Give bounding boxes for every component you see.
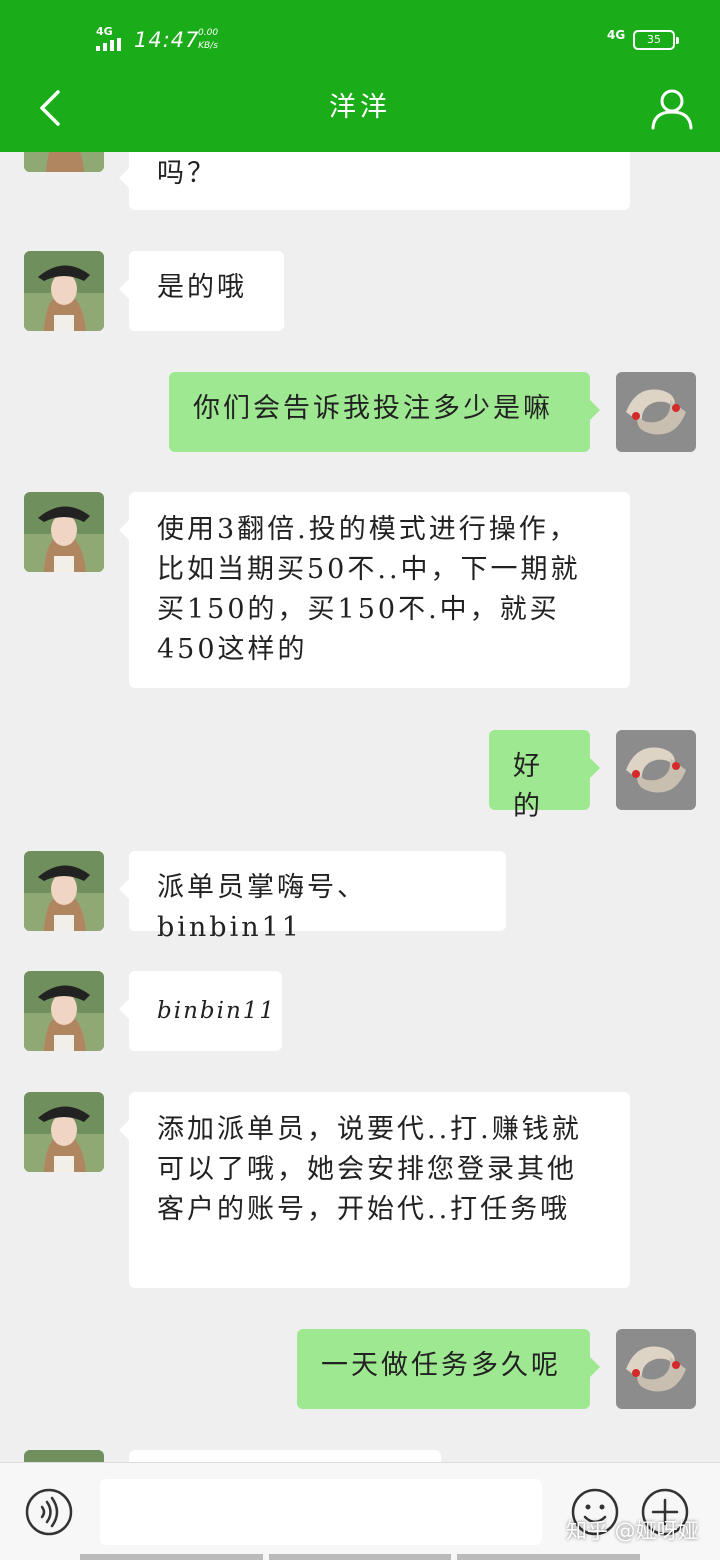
clock: 14:47: [134, 28, 200, 52]
contact-avatar[interactable]: [24, 971, 104, 1051]
input-bar: [0, 1462, 720, 1560]
message-bubble-incoming[interactable]: [129, 1450, 441, 1462]
voice-icon[interactable]: [24, 1487, 74, 1537]
chat-area[interactable]: 吗？ 是的哦 你们会告诉我投注多少是嘛 使用3翻倍.投的模式进行操作，比如当期买…: [0, 0, 720, 1462]
app-header: 4G 14:47 0.00 KB/s 4G 35 洋洋: [0, 0, 720, 152]
contact-avatar[interactable]: [24, 1450, 104, 1462]
network-type: 4G: [96, 25, 113, 38]
contact-avatar[interactable]: [24, 1092, 104, 1172]
watermark: 知乎 @娅呀娅: [566, 1519, 699, 1543]
message-text: 你们会告诉我投注多少是嘛: [193, 393, 553, 424]
my-avatar[interactable]: [616, 372, 696, 452]
network-speed: 0.00 KB/s: [198, 27, 218, 53]
speed-unit: KB/s: [198, 41, 218, 51]
message-input[interactable]: [100, 1479, 542, 1545]
message-text: 吗？: [157, 158, 217, 189]
message-bubble-incoming[interactable]: binbin11: [119, 971, 282, 1051]
message-bubble-incoming[interactable]: 是的哦: [119, 251, 284, 331]
message-text: 是的哦: [157, 272, 247, 303]
message-text: 好的: [513, 751, 543, 822]
chat-title: 洋洋: [329, 92, 391, 123]
message-bubble-outgoing[interactable]: 一天做任务多久呢: [297, 1329, 600, 1409]
message-bubble-outgoing[interactable]: 好的: [489, 730, 600, 822]
message-text: binbin11: [157, 998, 277, 1024]
contact-avatar[interactable]: [24, 851, 104, 931]
message-bubble-incoming[interactable]: 添加派单员，说要代..打.赚钱就可以了哦，她会安排您登录其他客户的账号，开始代.…: [119, 1092, 630, 1288]
battery-icon: 35: [633, 30, 679, 50]
contact-avatar[interactable]: [24, 251, 104, 331]
message-bubble-incoming[interactable]: 派单员掌嗨号、binbin11: [119, 851, 506, 943]
contact-avatar[interactable]: [24, 492, 104, 572]
battery-level: 35: [647, 33, 661, 46]
gesture-bar: [80, 1554, 641, 1560]
message-bubble-incoming[interactable]: 使用3翻倍.投的模式进行操作，比如当期买50不..中，下一期就买150的，买15…: [119, 492, 630, 688]
message-text: 添加派单员，说要代..打.赚钱就可以了哦，她会安排您登录其他客户的账号，开始代.…: [157, 1114, 582, 1225]
message-text: 一天做任务多久呢: [321, 1350, 561, 1381]
my-avatar[interactable]: [616, 730, 696, 810]
signal-indicator-left: 4G: [96, 25, 126, 51]
speed-value: 0.00: [198, 28, 219, 38]
message-text: 派单员掌嗨号、binbin11: [157, 872, 367, 943]
network-type-right: 4G: [607, 28, 626, 42]
status-bar: 4G 14:47 0.00 KB/s 4G 35: [0, 0, 720, 80]
message-text: 使用3翻倍.投的模式进行操作，比如当期买50不..中，下一期就买150的，买15…: [157, 514, 581, 665]
my-avatar[interactable]: [616, 1329, 696, 1409]
user-profile-icon[interactable]: [650, 88, 694, 130]
signal-bars-icon: [96, 38, 121, 51]
message-bubble-outgoing[interactable]: 你们会告诉我投注多少是嘛: [169, 372, 600, 452]
